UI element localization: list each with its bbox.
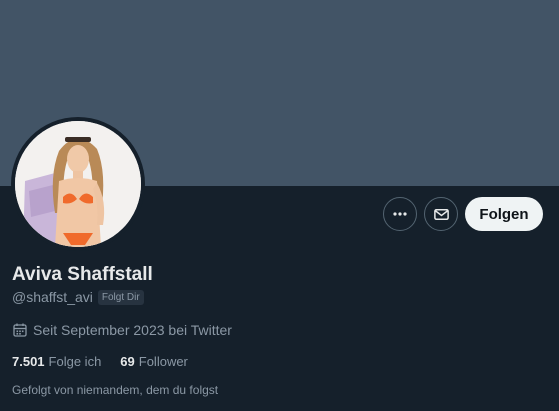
follow-button[interactable]: Folgen	[465, 197, 543, 231]
profile-avatar[interactable]	[11, 117, 145, 251]
avatar-photo	[15, 121, 141, 247]
followers-link[interactable]: 69 Follower	[120, 354, 188, 369]
more-options-button[interactable]	[383, 197, 417, 231]
more-horizontal-icon	[393, 212, 407, 216]
joined-text: Seit September 2023 bei Twitter	[33, 322, 232, 338]
handle-row: @shaffst_avi Folgt Dir	[12, 289, 144, 305]
following-count: 7.501	[12, 354, 45, 369]
envelope-icon	[433, 208, 449, 220]
calendar-icon	[13, 323, 27, 337]
message-button[interactable]	[424, 197, 458, 231]
user-handle: @shaffst_avi	[12, 289, 93, 305]
follows-you-badge: Folgt Dir	[97, 289, 144, 305]
followers-label: Follower	[138, 354, 188, 369]
follow-stats: 7.501 Folge ich 69 Follower	[12, 354, 188, 369]
followed-by-text: Gefolgt von niemandem, dem du folgst	[12, 383, 219, 397]
profile-page: Folgen Aviva Shaffstall @shaffst_avi Fol…	[0, 0, 559, 411]
display-name: Aviva Shaffstall	[12, 264, 153, 285]
following-link[interactable]: 7.501 Folge ich	[12, 354, 101, 369]
followers-count: 69	[120, 354, 135, 369]
joined-date: Seit September 2023 bei Twitter	[12, 322, 232, 338]
following-label: Folge ich	[48, 354, 102, 369]
